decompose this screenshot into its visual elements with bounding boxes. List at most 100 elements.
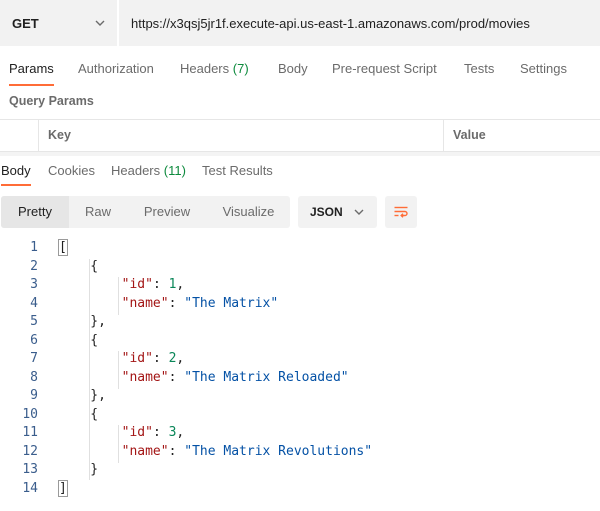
chevron-down-icon xyxy=(95,20,105,26)
code-line: 1[ xyxy=(0,239,600,258)
code-text: "id": 2, xyxy=(59,350,185,369)
tab-label: Tests xyxy=(464,61,495,76)
request-tabs: Params Authorization Headers (7) Body Pr… xyxy=(0,54,600,86)
column-divider[interactable] xyxy=(443,120,444,151)
response-body-viewer[interactable]: 1[2 {3 "id": 1, 4 "name": "The Matrix" 5 }… xyxy=(0,239,600,501)
json-punctuation xyxy=(59,277,122,292)
response-toolbar: Pretty Raw Preview Visualize JSON xyxy=(0,196,600,230)
tab-label: Authorization xyxy=(78,61,154,76)
tab-params[interactable]: Params xyxy=(9,54,54,86)
chevron-down-icon xyxy=(354,209,364,215)
pane-divider[interactable] xyxy=(0,152,600,156)
format-select[interactable]: JSON xyxy=(298,196,377,228)
json-string: "The Matrix Reloaded" xyxy=(184,369,349,385)
json-punctuation: { xyxy=(59,332,99,348)
tab-body[interactable]: Body xyxy=(278,54,308,86)
response-tab-body[interactable]: Body xyxy=(1,160,31,186)
code-text: }, xyxy=(59,313,106,332)
code-line: 5 }, xyxy=(0,313,600,332)
method-select[interactable]: GET xyxy=(0,0,118,46)
code-line: 7 "id": 2, xyxy=(0,350,600,369)
view-pretty-button[interactable]: Pretty xyxy=(1,196,69,228)
json-string: "The Matrix" xyxy=(184,295,279,311)
json-punctuation: { xyxy=(59,406,99,422)
query-params-title: Query Params xyxy=(9,94,94,108)
tab-pre-request-script[interactable]: Pre-request Script xyxy=(332,54,437,86)
json-punctuation: , xyxy=(176,351,185,366)
json-punctuation: { xyxy=(59,258,99,274)
wrap-lines-button[interactable] xyxy=(385,196,417,228)
view-raw-button[interactable]: Raw xyxy=(69,196,127,228)
json-string: "The Matrix Revolutions" xyxy=(184,443,373,459)
tab-tests[interactable]: Tests xyxy=(464,54,494,86)
code-line: 11 "id": 3, xyxy=(0,424,600,443)
code-text: "name": "The Matrix" xyxy=(59,295,279,314)
json-key: "id" xyxy=(121,425,153,440)
value-column-header: Value xyxy=(453,128,486,142)
tab-settings[interactable]: Settings xyxy=(520,54,567,86)
line-number: 7 xyxy=(30,351,38,366)
json-punctuation: ] xyxy=(58,479,68,497)
code-line: 10 { xyxy=(0,406,600,425)
json-punctuation xyxy=(59,425,122,440)
response-tab-cookies[interactable]: Cookies xyxy=(48,160,95,186)
code-text: "name": "The Matrix Reloaded" xyxy=(59,369,349,388)
code-line: 13 } xyxy=(0,461,600,480)
tab-headers[interactable]: Headers (7) xyxy=(180,54,249,86)
line-number: 2 xyxy=(30,258,38,274)
tab-label: Params xyxy=(9,61,54,76)
json-punctuation: : xyxy=(168,443,185,459)
json-punctuation: : xyxy=(152,277,169,292)
method-label: GET xyxy=(12,15,39,31)
json-key: "name" xyxy=(121,295,169,311)
json-punctuation: : xyxy=(168,369,185,385)
code-text: [ xyxy=(58,239,68,258)
line-number: 3 xyxy=(30,277,38,292)
line-number: 11 xyxy=(22,425,38,440)
code-text: "id": 1, xyxy=(59,276,185,295)
tab-label: Pre-request Script xyxy=(332,61,437,76)
code-text: { xyxy=(59,258,98,277)
line-number: 9 xyxy=(30,388,38,403)
json-punctuation: }, xyxy=(59,314,106,329)
json-key: "id" xyxy=(121,351,153,366)
line-number: 6 xyxy=(30,332,38,348)
line-number: 12 xyxy=(22,443,38,459)
json-punctuation: }, xyxy=(59,388,106,403)
json-punctuation: , xyxy=(176,425,185,440)
json-punctuation: , xyxy=(176,277,185,292)
json-punctuation: : xyxy=(152,425,169,440)
json-punctuation: [ xyxy=(58,239,68,256)
code-line: 3 "id": 1, xyxy=(0,276,600,295)
code-text: "id": 3, xyxy=(59,424,185,443)
line-number: 13 xyxy=(22,462,38,477)
wrap-lines-icon xyxy=(394,206,408,218)
request-url-bar: GET https://x3qsj5jr1f.execute-api.us-ea… xyxy=(0,0,600,46)
line-number: 14 xyxy=(22,480,38,496)
tab-label: Headers xyxy=(111,163,161,178)
line-number: 10 xyxy=(22,406,38,422)
line-number: 1 xyxy=(30,240,38,255)
tab-label: Cookies xyxy=(48,163,95,178)
json-punctuation xyxy=(59,296,122,311)
json-key: "name" xyxy=(121,443,169,459)
response-tab-test-results[interactable]: Test Results xyxy=(202,160,273,186)
code-line: 12 "name": "The Matrix Revolutions" xyxy=(0,443,600,462)
code-text: } xyxy=(59,461,98,480)
headers-count: (7) xyxy=(232,61,249,76)
code-line: 9 }, xyxy=(0,387,600,406)
query-params-table: Key Value xyxy=(0,119,600,152)
code-line: 14] xyxy=(0,479,600,499)
view-visualize-button[interactable]: Visualize xyxy=(207,196,290,228)
response-tabs: Body Cookies Headers (11) Test Results xyxy=(0,160,600,186)
json-punctuation xyxy=(59,444,122,459)
view-preview-button[interactable]: Preview xyxy=(127,196,207,228)
tab-authorization[interactable]: Authorization xyxy=(78,54,154,86)
response-tab-headers[interactable]: Headers (11) xyxy=(111,160,186,186)
code-text: { xyxy=(59,332,98,351)
code-line: 4 "name": "The Matrix" xyxy=(0,295,600,314)
tab-label: Body xyxy=(278,61,308,76)
url-input[interactable]: https://x3qsj5jr1f.execute-api.us-east-1… xyxy=(119,0,600,46)
tab-label: Settings xyxy=(520,61,567,76)
code-text: }, xyxy=(59,387,106,406)
